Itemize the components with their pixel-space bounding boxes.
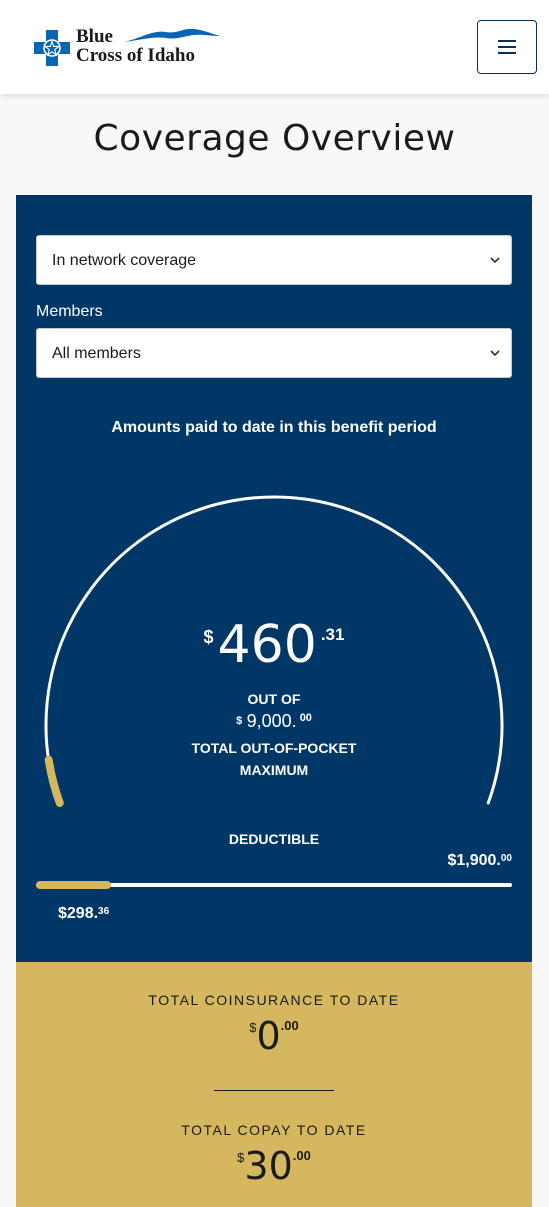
menu-button[interactable] xyxy=(477,20,537,74)
coverage-panel: In network coverage Members All members … xyxy=(16,195,532,962)
deductible-max-whole: $1,900. xyxy=(447,852,501,869)
oop-paid-cents: .31 xyxy=(320,625,345,644)
copay-label: TOTAL COPAY TO DATE xyxy=(181,1122,367,1138)
coinsurance-whole: 0 xyxy=(256,1014,281,1058)
members-label: Members xyxy=(36,303,103,320)
oop-max-label-line-2: MAXIMUM xyxy=(239,762,309,778)
totals-divider xyxy=(214,1090,334,1091)
amounts-heading: Amounts paid to date in this benefit per… xyxy=(111,419,437,436)
site-header: Blue Cross of Idaho xyxy=(0,0,549,94)
coverage-type-select[interactable]: In network coverage xyxy=(36,235,512,285)
oop-paid-amount: $460.31 xyxy=(16,615,532,675)
copay-whole: 30 xyxy=(244,1144,293,1188)
out-of-label: OUT OF xyxy=(247,691,301,707)
copay-currency: $ xyxy=(237,1150,245,1165)
oop-max-label-line-1: TOTAL OUT-OF-POCKET xyxy=(191,740,357,756)
coinsurance-currency: $ xyxy=(249,1020,257,1035)
members-value: All members xyxy=(52,345,141,362)
deductible-paid-whole: $298. xyxy=(58,905,99,922)
coverage-type-value: In network coverage xyxy=(52,252,197,269)
oop-max-cents: 00 xyxy=(299,712,312,724)
brand-line-2: Cross of Idaho xyxy=(76,45,195,66)
oop-max-amount: $ 9,000. 00 xyxy=(16,711,532,732)
oop-max-currency: $ xyxy=(236,715,243,727)
deductible-max: $1,900.00 xyxy=(447,852,512,870)
coinsurance-label: TOTAL COINSURANCE TO DATE xyxy=(148,992,400,1008)
oop-max-label: TOTAL OUT-OF-POCKET MAXIMUM xyxy=(16,737,532,781)
deductible-paid: $298.36 xyxy=(58,905,109,923)
page-title: Coverage Overview xyxy=(93,118,456,159)
hamburger-menu-icon xyxy=(498,40,516,54)
deductible-max-cents: 00 xyxy=(500,853,512,864)
blue-cross-idaho-logo[interactable]: Blue Cross of Idaho xyxy=(32,26,222,70)
coinsurance-cents: .00 xyxy=(280,1018,299,1033)
deductible-label: DEDUCTIBLE xyxy=(228,831,320,847)
totals-panel: TOTAL COINSURANCE TO DATE $0.00 TOTAL CO… xyxy=(16,962,532,1207)
blue-cross-logo-icon xyxy=(34,30,70,66)
deductible-paid-cents: 36 xyxy=(98,906,110,917)
deductible-progress-fill xyxy=(36,881,111,889)
copay-cents: .00 xyxy=(292,1148,311,1163)
chevron-down-icon xyxy=(490,257,500,264)
oop-max-whole: 9,000. xyxy=(246,711,297,731)
chevron-down-icon xyxy=(490,350,500,357)
deductible-progress-bar xyxy=(36,881,512,889)
coinsurance-amount: $0.00 xyxy=(16,1014,532,1058)
members-select[interactable]: All members xyxy=(36,328,512,378)
oop-paid-currency: $ xyxy=(203,627,214,647)
copay-amount: $30.00 xyxy=(16,1144,532,1188)
oop-paid-whole: 460 xyxy=(217,615,317,675)
mountain-icon xyxy=(124,28,220,42)
